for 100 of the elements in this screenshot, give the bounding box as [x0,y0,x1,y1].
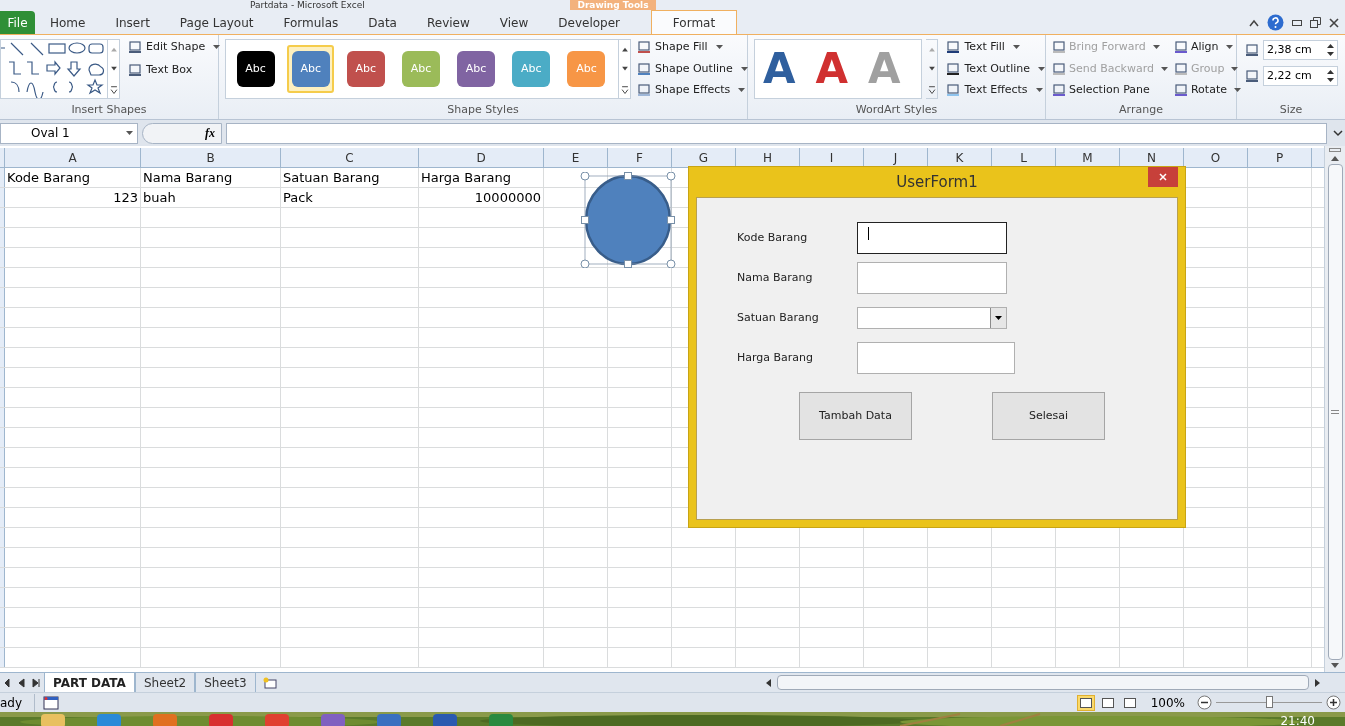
row-header[interactable] [0,568,5,587]
taskbar-app-icon[interactable] [152,712,178,726]
wordart-style[interactable]: A [815,48,849,90]
scroll-up-icon[interactable] [1330,154,1340,162]
ribbon-command[interactable]: Rotate [1173,82,1241,99]
ribbon-tab[interactable]: Data [353,11,412,34]
ribbon-command[interactable]: Shape Outline [637,60,748,77]
close-icon[interactable] [1329,17,1339,28]
close-button[interactable] [1148,167,1178,187]
name-box[interactable]: Oval 1 [0,122,138,144]
row-header[interactable] [0,468,5,487]
row-header[interactable] [0,588,5,607]
ribbon-command[interactable]: Selection Pane [1052,82,1168,99]
taskbar-app-icon[interactable] [488,712,514,726]
zoom-thumb[interactable] [1266,695,1273,708]
taskbar-app-icon[interactable] [432,712,458,726]
text-field[interactable] [857,342,1015,374]
spinner-icon[interactable] [1327,44,1334,56]
row-header[interactable] [0,188,5,207]
row-header[interactable] [0,628,5,647]
form-button[interactable]: Selesai [992,392,1105,440]
view-button[interactable] [1076,694,1095,711]
ribbon-tab[interactable]: View [484,11,544,34]
row-header[interactable] [0,268,5,287]
file-tab[interactable]: File [0,11,35,34]
row-header[interactable] [0,448,5,467]
size-field[interactable]: 2,38 cm [1263,40,1338,60]
zoom-out-icon[interactable] [1197,695,1212,710]
ribbon-tab[interactable]: Developer [543,11,635,34]
row-header[interactable] [0,408,5,427]
row-header[interactable] [0,248,5,267]
row-header[interactable] [0,368,5,387]
column-header[interactable]: C [281,148,419,167]
collapse-ribbon-icon[interactable] [1249,18,1259,27]
row-header[interactable] [0,208,5,227]
ribbon-command[interactable]: Shape Effects [637,82,748,99]
selected-oval-shape[interactable] [580,172,676,268]
spinner-icon[interactable] [1327,70,1334,82]
wordart-gallery[interactable]: A A A [754,39,923,99]
minimize-icon[interactable] [1292,19,1302,26]
ribbon-tab[interactable]: Home [35,11,101,34]
dropdown-arrow-icon[interactable] [995,316,1002,320]
vertical-scrollbar[interactable] [1324,146,1345,672]
column-header[interactable]: A [5,148,141,167]
row-header[interactable] [0,228,5,247]
scroll-left-icon[interactable] [765,677,773,688]
form-button[interactable]: Tambah Data [799,392,912,440]
taskbar-app-icon[interactable] [320,712,346,726]
zoom-in-icon[interactable] [1326,695,1341,710]
style-swatch[interactable]: Abc [287,45,335,93]
ribbon-command[interactable]: Shape Fill [637,39,748,56]
style-gallery[interactable]: Abc Abc Abc Abc Abc Abc Abc [225,39,631,99]
ribbon-command[interactable]: Text Effects [946,82,1045,99]
size-field[interactable]: 2,22 cm [1263,66,1338,86]
sheet-tab[interactable]: Sheet2 [134,673,196,692]
text-field[interactable] [857,222,1007,254]
ribbon-tab[interactable]: Review [411,11,485,34]
taskbar-app-icon[interactable] [96,712,122,726]
row-header[interactable] [0,648,5,667]
sheet-tab[interactable]: PART DATA [44,673,135,692]
dropdown-field[interactable] [857,307,1007,329]
macro-record-icon[interactable] [43,695,60,710]
help-icon[interactable] [1267,14,1284,31]
taskbar-app-icon[interactable] [208,712,234,726]
ribbon-tab[interactable]: Page Layout [164,11,269,34]
wordart-style[interactable]: A [763,48,796,90]
column-header[interactable]: B [141,148,281,167]
column-header[interactable]: F [608,148,672,167]
zoom-slider[interactable] [1216,695,1322,710]
row-header[interactable] [0,508,5,527]
row-header[interactable] [0,608,5,627]
insert-function-button[interactable]: fx [205,124,215,142]
taskbar-app-icon[interactable] [376,712,402,726]
row-header[interactable] [0,388,5,407]
text-field[interactable] [857,262,1007,294]
split-handle[interactable] [1329,148,1341,152]
scroll-right-icon[interactable] [1313,677,1321,688]
row-header[interactable] [0,528,5,547]
formula-input[interactable] [226,122,1327,144]
ribbon-tab[interactable]: Insert [100,11,165,34]
row-header[interactable] [0,348,5,367]
row-header[interactable] [0,168,5,187]
column-header[interactable]: E [544,148,608,167]
scroll-down-icon[interactable] [1330,662,1340,670]
horizontal-scrollbar[interactable] [777,675,1309,690]
ribbon-tab[interactable]: Formulas [268,11,354,34]
ribbon-command[interactable]: Text Fill [946,39,1045,56]
ribbon-command[interactable]: Text Outline [946,60,1045,77]
row-header[interactable] [0,288,5,307]
ribbon-tab[interactable]: Format [651,10,737,34]
sheet-tab[interactable]: Sheet3 [195,673,256,692]
ribbon-command[interactable]: Text Box [128,61,221,78]
ribbon-command[interactable]: Edit Shape [128,39,221,56]
row-header[interactable] [0,328,5,347]
sheet-nav-icon[interactable] [32,677,40,688]
column-header[interactable]: P [1248,148,1312,167]
row-header[interactable] [0,308,5,327]
row-header[interactable] [0,428,5,447]
sheet-nav-icon[interactable] [18,677,26,688]
row-header[interactable] [0,548,5,567]
